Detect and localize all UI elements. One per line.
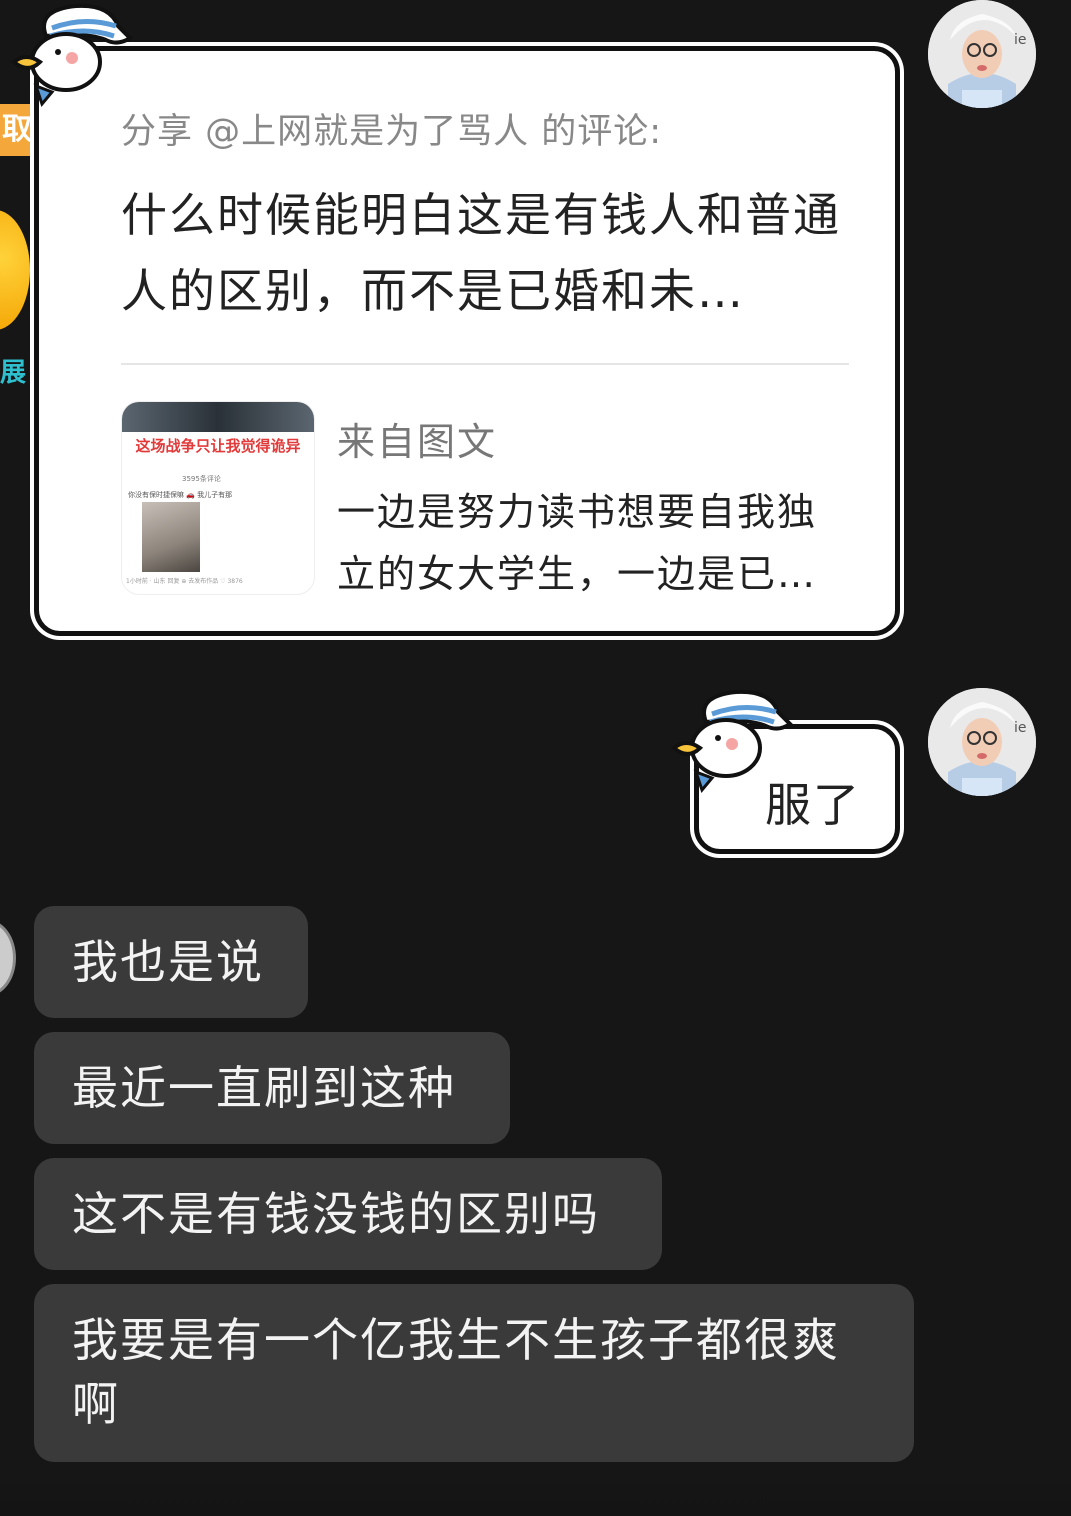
received-message-text: 我要是有一个亿我生不生孩子都很爽啊: [72, 1313, 840, 1431]
received-message-text: 这不是有钱没钱的区别吗: [72, 1187, 600, 1241]
thumbnail-header-image: [122, 402, 314, 432]
source-description: 一边是努力读书想要自我独立的女大学生，一边是已…: [337, 490, 818, 596]
other-user-avatar[interactable]: [0, 920, 16, 996]
self-avatar[interactable]: ie: [928, 688, 1036, 796]
self-avatar[interactable]: ie: [928, 0, 1036, 108]
shared-comment-card[interactable]: 分享 @上网就是为了骂人 的评论: 什么时候能明白这是有钱人和普通人的区别，而不…: [34, 46, 900, 636]
sailor-duck-icon: [666, 686, 796, 796]
expand-label[interactable]: 展: [0, 352, 26, 389]
received-message-bubble[interactable]: 我也是说: [34, 906, 308, 1018]
received-message-bubble[interactable]: 这不是有钱没钱的区别吗: [34, 1158, 662, 1270]
source-label: 来自图文: [337, 420, 498, 464]
thumbnail-subtitle: 3595条评论: [182, 475, 221, 483]
thumbnail-comment: 你没有保时捷保嘛 🚗 我儿子有那: [128, 491, 233, 499]
bottom-fade: [0, 1470, 1071, 1516]
post-thumbnail[interactable]: 这场战争只让我觉得诡异 3595条评论 你没有保时捷保嘛 🚗 我儿子有那 1小时…: [121, 401, 315, 595]
received-message-bubble[interactable]: 我要是有一个亿我生不生孩子都很爽啊: [34, 1284, 914, 1462]
thumbnail-footer: 1小时前 · 山东 回复 ⊕ 去发布作品 ♡ 3876: [126, 578, 243, 585]
share-header: 分享 @上网就是为了骂人 的评论:: [121, 112, 663, 152]
sailor-duck-icon: [6, 0, 136, 110]
thumbnail-photo: [142, 502, 200, 572]
received-message-text: 我也是说: [72, 935, 264, 989]
received-message-text: 最近一直刷到这种: [72, 1061, 456, 1115]
divider: [121, 363, 849, 365]
received-message-bubble[interactable]: 最近一直刷到这种: [34, 1032, 510, 1144]
svg-text:ie: ie: [1014, 720, 1027, 736]
emoji-sticker-icon[interactable]: [0, 210, 30, 330]
shared-comment-text: 什么时候能明白这是有钱人和普通人的区别，而不是已婚和未…: [121, 188, 841, 318]
thumbnail-title: 这场战争只让我觉得诡异: [135, 437, 301, 455]
svg-text:ie: ie: [1014, 32, 1027, 48]
